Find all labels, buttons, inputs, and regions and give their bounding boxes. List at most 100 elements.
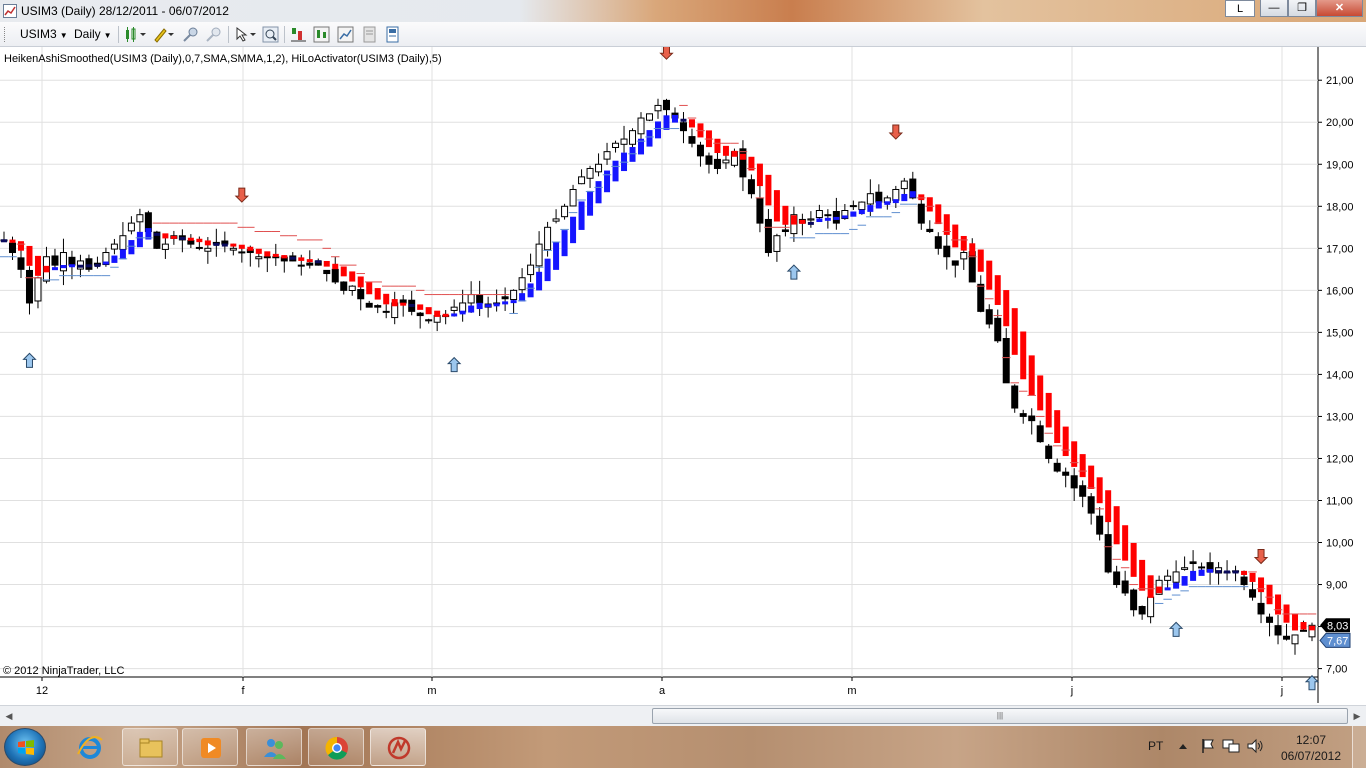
price-candle: [943, 245, 951, 258]
scroll-left-icon[interactable]: ◀: [2, 709, 16, 723]
period-selector[interactable]: Daily ▼: [74, 26, 112, 43]
cursor-pointer-icon[interactable]: [234, 26, 258, 43]
price-candle: [781, 229, 789, 233]
data-box-icon[interactable]: [361, 26, 378, 43]
heiken-ashi-bar: [272, 253, 279, 257]
price-candle: [1019, 413, 1027, 417]
heiken-ashi-bar: [884, 201, 891, 205]
zoom-in-icon[interactable]: [182, 26, 199, 43]
heiken-ashi-bar: [1190, 570, 1197, 581]
start-button[interactable]: [4, 728, 46, 766]
toolbar-grip[interactable]: [4, 27, 7, 42]
price-candle: [68, 256, 76, 266]
price-candle: [195, 246, 203, 249]
price-candle: [348, 285, 356, 291]
price-candle: [255, 256, 263, 260]
heiken-ashi-bar: [17, 241, 24, 251]
show-desktop-button[interactable]: [1352, 726, 1366, 768]
heiken-ashi-bar: [417, 304, 424, 310]
price-candle: [306, 262, 314, 266]
heiken-ashi-bar: [553, 242, 560, 270]
taskbar-ninjatrader[interactable]: [370, 728, 426, 766]
price-candle: [688, 136, 696, 144]
price-candle: [713, 158, 721, 169]
heiken-ashi-bar: [587, 190, 594, 216]
heiken-ashi-bar: [595, 181, 602, 204]
heiken-ashi-bar: [1181, 576, 1188, 586]
x-tick-label: j: [1280, 685, 1283, 697]
price-candle: [425, 319, 433, 322]
buy-signal-arrow-icon: [446, 356, 462, 373]
minimize-button[interactable]: —: [1260, 0, 1288, 17]
link-button[interactable]: L: [1225, 0, 1255, 17]
tray-expand-icon[interactable]: [1178, 741, 1188, 751]
price-candle: [518, 277, 526, 291]
heiken-ashi-bar: [1198, 569, 1205, 576]
x-tick-label: m: [847, 685, 856, 697]
heiken-ashi-bar: [179, 236, 186, 240]
heiken-ashi-bar: [1224, 570, 1231, 574]
price-candle: [1130, 589, 1138, 611]
heiken-ashi-bar: [926, 197, 933, 212]
price-candle: [595, 163, 603, 173]
pencil-draw-icon[interactable]: [152, 26, 176, 43]
heiken-ashi-bar: [952, 224, 959, 248]
taskbar-ie[interactable]: [62, 728, 118, 766]
language-indicator[interactable]: PT: [1148, 739, 1163, 781]
scroll-right-icon[interactable]: ▶: [1350, 709, 1364, 723]
maximize-button[interactable]: ❐: [1288, 0, 1316, 17]
scrollbar-thumb[interactable]: |||: [652, 708, 1348, 724]
heiken-ashi-bar: [255, 248, 262, 254]
taskbar-explorer[interactable]: [122, 728, 178, 766]
chart-panel[interactable]: 7,008,009,0010,0011,0012,0013,0014,0015,…: [0, 47, 1366, 703]
instrument-selector[interactable]: USIM3 ▼: [20, 26, 68, 43]
taskbar-messenger[interactable]: [246, 728, 302, 766]
heiken-ashi-bar: [629, 147, 636, 162]
heiken-ashi-bar: [1173, 582, 1180, 589]
close-button[interactable]: ✕: [1316, 0, 1363, 17]
taskbar-chrome[interactable]: [308, 728, 364, 766]
chevron-down-icon: ▼: [103, 31, 112, 40]
candlestick-style-icon[interactable]: [124, 26, 148, 43]
price-candle: [815, 210, 823, 219]
magnifier-icon[interactable]: [262, 26, 279, 43]
heiken-ashi-bar: [680, 118, 687, 122]
taskbar-media-player[interactable]: [182, 728, 238, 766]
price-candle: [85, 258, 93, 270]
price-candle: [875, 191, 883, 203]
period-label: Daily: [74, 27, 101, 41]
toolbar-separator: [284, 26, 285, 43]
indicators-icon[interactable]: [313, 26, 330, 43]
y-tick-label: 7,00: [1326, 664, 1347, 676]
heiken-ashi-bar: [238, 244, 245, 249]
chart-properties-icon[interactable]: [337, 26, 354, 43]
heiken-ashi-bar: [204, 240, 211, 246]
heiken-ashi-bar: [714, 138, 721, 153]
price-chart[interactable]: 7,008,009,0010,0011,0012,0013,0014,0015,…: [0, 47, 1366, 703]
heiken-ashi-bar: [1020, 331, 1027, 380]
action-center-flag-icon[interactable]: [1200, 738, 1216, 754]
heiken-ashi-bar: [994, 275, 1001, 305]
price-candle: [450, 306, 458, 311]
volume-icon[interactable]: [1246, 738, 1264, 754]
price-candle: [1198, 566, 1206, 569]
window-title-bar[interactable]: USIM3 (Daily) 28/12/2011 - 06/07/2012 L …: [0, 0, 1366, 22]
heiken-ashi-bar: [570, 216, 577, 244]
price-candle: [297, 264, 305, 267]
heiken-ashi-bar: [841, 215, 848, 219]
heiken-ashi-bar: [1003, 290, 1010, 327]
zoom-out-icon[interactable]: [205, 26, 222, 43]
x-tick-label: j: [1070, 685, 1073, 697]
price-candle: [119, 235, 127, 250]
price-candle: [603, 151, 611, 160]
network-icon[interactable]: [1222, 738, 1240, 754]
strategy-icon[interactable]: [290, 26, 307, 43]
price-candle: [892, 188, 900, 201]
price-candle: [340, 281, 348, 291]
page-icon[interactable]: [384, 26, 401, 43]
folder-icon: [139, 738, 163, 758]
chevron-down-icon: ▼: [59, 31, 68, 40]
heiken-ashi-bar: [485, 304, 492, 308]
heiken-ashi-bar: [1130, 542, 1137, 577]
horizontal-scrollbar[interactable]: ◀ ||| ▶: [0, 705, 1366, 726]
